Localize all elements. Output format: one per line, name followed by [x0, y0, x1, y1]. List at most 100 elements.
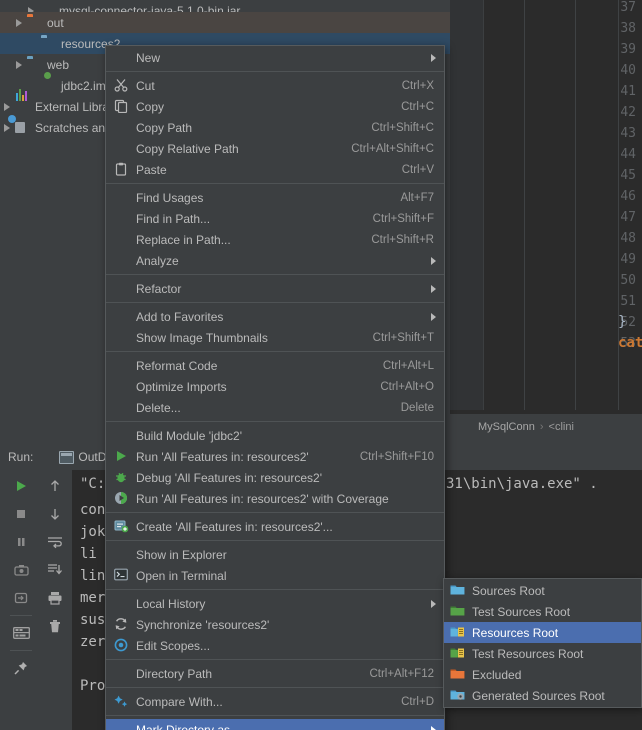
folder-teal-icon	[27, 57, 43, 73]
run-title: Run:	[8, 450, 34, 464]
context-menu: New Cut Ctrl+X Copy Ctrl+C Copy Path Ctr…	[105, 45, 445, 730]
line-number: 42	[620, 105, 636, 120]
coverage-icon	[114, 491, 129, 506]
soft-wrap-icon[interactable]	[41, 528, 69, 556]
print-icon[interactable]	[41, 584, 69, 612]
menu-item-run-with-coverage[interactable]: Run 'All Features in: resources2' with C…	[106, 488, 444, 509]
menu-item-shortcut: Ctrl+Shift+F10	[359, 450, 434, 463]
menu-item-label: Copy Relative Path	[136, 141, 239, 156]
menu-item-build-module[interactable]: Build Module 'jdbc2'	[106, 425, 444, 446]
menu-item-find-in-path[interactable]: Find in Path... Ctrl+Shift+F	[106, 208, 444, 229]
submenu-item-excluded[interactable]: Excluded	[444, 664, 641, 685]
menu-item-shortcut: Ctrl+Shift+R	[371, 233, 434, 246]
menu-item-synchronize[interactable]: Synchronize 'resources2'	[106, 614, 444, 635]
run-toolbar-left	[4, 472, 38, 682]
menu-item-label: Directory Path	[136, 666, 213, 681]
menu-item-edit-scopes[interactable]: Edit Scopes...	[106, 635, 444, 656]
menu-item-optimize-imports[interactable]: Optimize Imports Ctrl+Alt+O	[106, 376, 444, 397]
submenu-item-label: Test Resources Root	[472, 646, 584, 661]
menu-item-copy-relative-path[interactable]: Copy Relative Path Ctrl+Alt+Shift+C	[106, 138, 444, 159]
menu-item-label: Synchronize 'resources2'	[136, 617, 270, 632]
sources-root-icon	[450, 583, 465, 598]
menu-item-paste[interactable]: Paste Ctrl+V	[106, 159, 444, 180]
menu-item-shortcut: Ctrl+C	[401, 100, 434, 113]
menu-item-directory-path[interactable]: Directory Path Ctrl+Alt+F12	[106, 663, 444, 684]
editor-gutter[interactable]	[450, 0, 484, 410]
menu-item-label: Run 'All Features in: resources2' with C…	[136, 491, 389, 506]
menu-item-local-history[interactable]: Local History	[106, 593, 444, 614]
submenu-item-generated-sources-root[interactable]: Generated Sources Root	[444, 685, 641, 706]
menu-item-label: Reformat Code	[136, 358, 218, 373]
scissors-icon	[114, 78, 129, 93]
menu-item-shortcut: Delete	[400, 401, 434, 414]
menu-item-mark-directory-as[interactable]: Mark Directory as	[106, 719, 444, 730]
chevron-right-icon[interactable]	[14, 17, 25, 28]
menu-item-copy[interactable]: Copy Ctrl+C	[106, 96, 444, 117]
restore-layout-icon[interactable]	[7, 584, 35, 612]
submenu-item-test-sources-root[interactable]: Test Sources Root	[444, 601, 641, 622]
submenu-item-resources-root[interactable]: Resources Root	[444, 622, 641, 643]
submenu-item-sources-root[interactable]: Sources Root	[444, 580, 641, 601]
submenu-item-label: Excluded	[472, 667, 522, 682]
resources-root-icon	[450, 625, 465, 640]
menu-item-open-in-terminal[interactable]: Open in Terminal	[106, 565, 444, 586]
chevron-right-icon[interactable]	[2, 101, 13, 112]
chevron-right-icon[interactable]	[14, 59, 25, 70]
tree-item-label: jdbc2.iml	[61, 78, 109, 93]
menu-item-label: Debug 'All Features in: resources2'	[136, 470, 323, 485]
menu-item-label: Analyze	[136, 253, 179, 268]
menu-separator	[106, 715, 444, 716]
menu-item-cut[interactable]: Cut Ctrl+X	[106, 75, 444, 96]
menu-item-replace-in-path[interactable]: Replace in Path... Ctrl+Shift+R	[106, 229, 444, 250]
clear-all-icon[interactable]	[41, 612, 69, 640]
compare-icon	[114, 694, 129, 709]
stop-icon[interactable]	[7, 500, 35, 528]
pin-tab-icon[interactable]	[7, 654, 35, 682]
menu-item-compare-with[interactable]: Compare With... Ctrl+D	[106, 691, 444, 712]
breadcrumb-member[interactable]: <clini	[549, 421, 574, 433]
menu-item-label: Find in Path...	[136, 211, 211, 226]
menu-item-show-in-explorer[interactable]: Show in Explorer	[106, 544, 444, 565]
run-configuration-icon	[59, 450, 75, 464]
menu-item-reformat-code[interactable]: Reformat Code Ctrl+Alt+L	[106, 355, 444, 376]
run-configuration-name[interactable]: OutD	[78, 450, 106, 464]
chevron-right-icon[interactable]	[2, 122, 13, 133]
menu-item-find-usages[interactable]: Find Usages Alt+F7	[106, 187, 444, 208]
toggle-console-icon[interactable]	[7, 619, 35, 647]
up-arrow-icon[interactable]	[41, 472, 69, 500]
menu-item-copy-path[interactable]: Copy Path Ctrl+Shift+C	[106, 117, 444, 138]
menu-item-refactor[interactable]: Refactor	[106, 278, 444, 299]
module-file-icon	[41, 78, 57, 94]
console-line: "C:	[80, 476, 106, 492]
pause-icon[interactable]	[7, 528, 35, 556]
menu-item-debug-all-features[interactable]: Debug 'All Features in: resources2'	[106, 467, 444, 488]
submenu-item-label: Generated Sources Root	[472, 688, 605, 703]
scroll-to-end-icon[interactable]	[41, 556, 69, 584]
breadcrumb-class[interactable]: MySqlConn	[478, 421, 535, 433]
submenu-item-test-resources-root[interactable]: Test Resources Root	[444, 643, 641, 664]
menu-item-show-image-thumbnails[interactable]: Show Image Thumbnails Ctrl+Shift+T	[106, 327, 444, 348]
line-number: 50	[620, 273, 636, 288]
menu-item-new[interactable]: New	[106, 47, 444, 68]
menu-item-shortcut: Ctrl+X	[401, 79, 434, 92]
ide-window: mysql-connector-java-5.1.0-bin.jar out r…	[0, 0, 642, 730]
chevron-placeholder-icon	[14, 38, 25, 49]
tree-row[interactable]: out	[0, 12, 450, 33]
down-arrow-icon[interactable]	[41, 500, 69, 528]
editor-pane: 37 38 39 40 41 42 43 44 45 46 47 48 49 5…	[450, 0, 642, 440]
menu-item-shortcut: Ctrl+Shift+C	[371, 121, 434, 134]
chevron-right-icon	[431, 600, 436, 608]
menu-item-add-to-favorites[interactable]: Add to Favorites	[106, 306, 444, 327]
menu-item-create-config[interactable]: Create 'All Features in: resources2'...	[106, 516, 444, 537]
rerun-icon[interactable]	[7, 472, 35, 500]
console-line: li	[80, 546, 97, 562]
menu-item-shortcut: Ctrl+Alt+F12	[369, 667, 434, 680]
menu-item-label: Mark Directory as	[136, 722, 231, 730]
menu-item-shortcut: Ctrl+Shift+F	[372, 212, 434, 225]
menu-item-analyze[interactable]: Analyze	[106, 250, 444, 271]
mark-directory-as-submenu: Sources Root Test Sources Root Resources…	[443, 578, 642, 708]
menu-item-run-all-features[interactable]: Run 'All Features in: resources2' Ctrl+S…	[106, 446, 444, 467]
dump-threads-icon[interactable]	[7, 556, 35, 584]
test-sources-root-icon	[450, 604, 465, 619]
menu-item-delete[interactable]: Delete... Delete	[106, 397, 444, 418]
